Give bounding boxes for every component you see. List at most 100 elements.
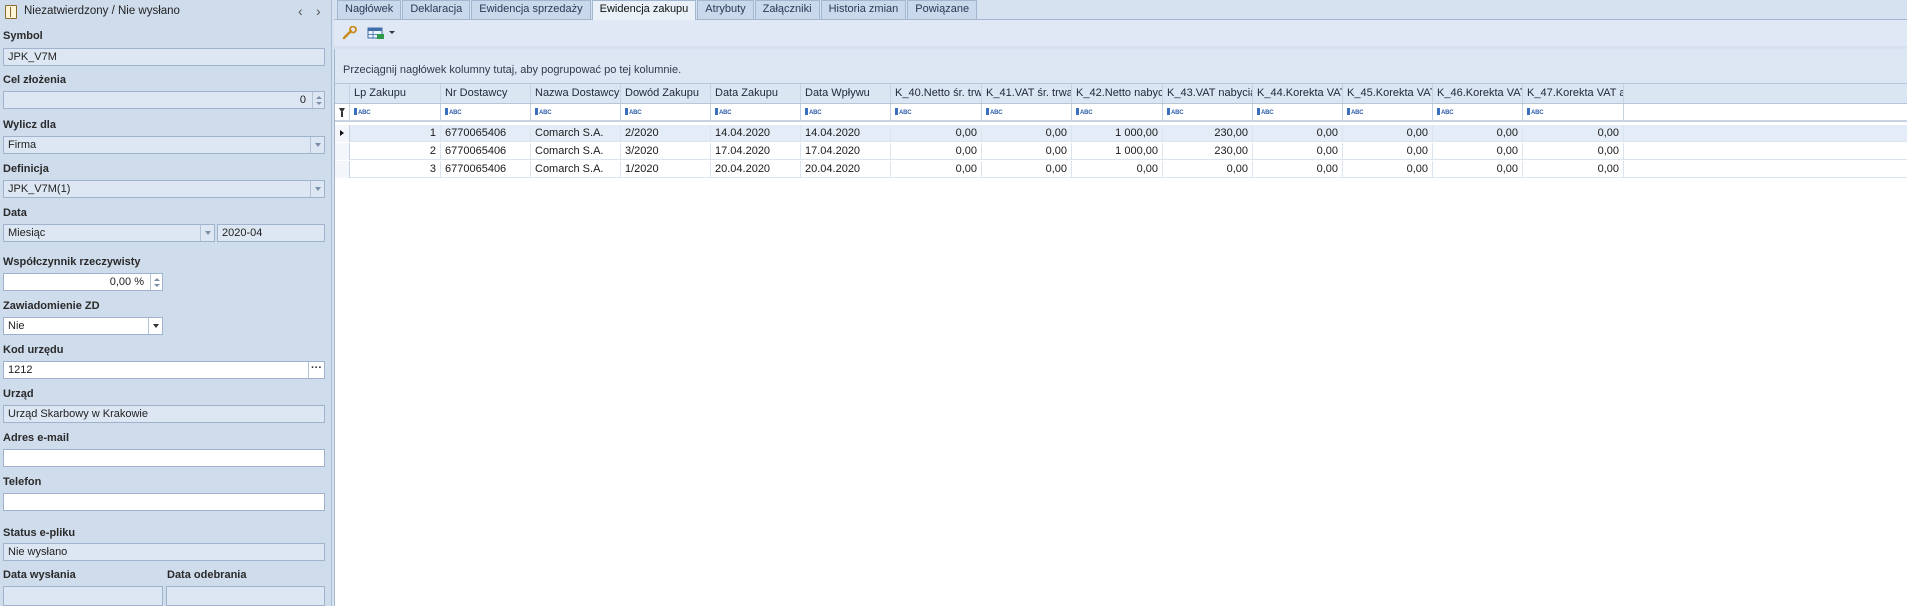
- table-cell[interactable]: 0,00: [1433, 161, 1523, 178]
- browse-button[interactable]: ···: [308, 362, 324, 378]
- chevron-down-icon[interactable]: [388, 26, 396, 40]
- table-cell[interactable]: 20.04.2020: [711, 161, 801, 178]
- table-cell[interactable]: 0,00: [1523, 125, 1624, 142]
- column-filter-cell[interactable]: ABC: [1433, 104, 1523, 120]
- column-filter-cell[interactable]: ABC: [441, 104, 531, 120]
- table-cell[interactable]: 6770065406: [441, 161, 531, 178]
- table-cell[interactable]: 1 000,00: [1072, 125, 1163, 142]
- table-cell[interactable]: 0,00: [982, 161, 1072, 178]
- filter-row-indicator[interactable]: [335, 104, 350, 120]
- previous-record-button[interactable]: ‹: [298, 3, 303, 19]
- table-cell[interactable]: 0,00: [1343, 161, 1433, 178]
- column-header[interactable]: K_46.Korekta VAT ...: [1433, 84, 1523, 103]
- kod-urzedu-field[interactable]: 1212 ···: [3, 361, 325, 379]
- data-odebrania-field[interactable]: [166, 586, 325, 606]
- tab-historia-zmian[interactable]: Historia zmian: [820, 0, 907, 19]
- cel-zlozenia-field[interactable]: 0: [3, 91, 325, 109]
- table-cell[interactable]: Comarch S.A.: [531, 143, 621, 160]
- column-filter-cell[interactable]: ABC: [801, 104, 891, 120]
- column-filter-cell[interactable]: ABC: [1163, 104, 1253, 120]
- definicja-select[interactable]: JPK_V7M(1): [3, 180, 325, 198]
- table-cell[interactable]: 0,00: [1433, 125, 1523, 142]
- table-cell[interactable]: 6770065406: [441, 143, 531, 160]
- column-filter-cell[interactable]: ABC: [350, 104, 441, 120]
- column-header[interactable]: Lp Zakupu: [350, 84, 441, 103]
- column-filter-cell[interactable]: ABC: [711, 104, 801, 120]
- table-cell[interactable]: 3/2020: [621, 143, 711, 160]
- table-cell[interactable]: 1: [350, 125, 441, 142]
- table-cell[interactable]: 14.04.2020: [711, 125, 801, 142]
- chevron-down-icon[interactable]: [148, 318, 162, 334]
- table-cell[interactable]: 2: [350, 143, 441, 160]
- email-field[interactable]: [3, 449, 325, 467]
- table-view-icon[interactable]: [367, 26, 385, 40]
- table-cell[interactable]: 20.04.2020: [801, 161, 891, 178]
- table-cell[interactable]: 0,00: [982, 125, 1072, 142]
- table-cell[interactable]: 0,00: [1343, 125, 1433, 142]
- wrench-icon[interactable]: [342, 26, 358, 40]
- column-header[interactable]: Data Wpływu: [801, 84, 891, 103]
- table-cell[interactable]: 0,00: [891, 125, 982, 142]
- column-header[interactable]: Nr Dostawcy: [441, 84, 531, 103]
- column-filter-cell[interactable]: ABC: [621, 104, 711, 120]
- column-header[interactable]: K_43.VAT nabycia ...: [1163, 84, 1253, 103]
- table-cell[interactable]: 1 000,00: [1072, 143, 1163, 160]
- table-row[interactable]: 3 6770065406 Comarch S.A. 1/2020 20.04.2020 2…: [335, 161, 1907, 178]
- table-cell[interactable]: 6770065406: [441, 125, 531, 142]
- chevron-down-icon[interactable]: [310, 181, 324, 197]
- column-header[interactable]: K_47.Korekta VAT art...: [1523, 84, 1624, 103]
- tab-ewidencja-zakupu[interactable]: Ewidencja zakupu: [591, 0, 697, 20]
- column-header[interactable]: Nazwa Dostawcy: [531, 84, 621, 103]
- column-header[interactable]: K_42.Netto nabyci...: [1072, 84, 1163, 103]
- column-filter-cell[interactable]: ABC: [1523, 104, 1624, 120]
- urzad-field[interactable]: Urząd Skarbowy w Krakowie: [3, 405, 325, 423]
- column-header[interactable]: K_45.Korekta VAT ...: [1343, 84, 1433, 103]
- filter-icon[interactable]: [339, 108, 345, 117]
- table-cell[interactable]: 0,00: [891, 143, 982, 160]
- table-cell[interactable]: 14.04.2020: [801, 125, 891, 142]
- table-cell[interactable]: 0,00: [1343, 143, 1433, 160]
- table-cell[interactable]: 0,00: [891, 161, 982, 178]
- table-cell[interactable]: 3: [350, 161, 441, 178]
- tab-deklaracja[interactable]: Deklaracja: [402, 0, 471, 19]
- column-filter-cell[interactable]: ABC: [1343, 104, 1433, 120]
- zawiadomienie-select[interactable]: Nie: [3, 317, 163, 335]
- row-indicator[interactable]: [335, 161, 350, 178]
- tab-naglowek[interactable]: Nagłówek: [337, 0, 402, 19]
- table-cell[interactable]: Comarch S.A.: [531, 125, 621, 142]
- tab-atrybuty[interactable]: Atrybuty: [697, 0, 754, 19]
- column-filter-cell[interactable]: ABC: [891, 104, 982, 120]
- status-epliku-field[interactable]: Nie wysłano: [3, 543, 325, 561]
- row-indicator[interactable]: [335, 143, 350, 160]
- column-header[interactable]: K_40.Netto śr. trw...: [891, 84, 982, 103]
- column-filter-cell[interactable]: ABC: [531, 104, 621, 120]
- table-cell[interactable]: 0,00: [1433, 143, 1523, 160]
- data-period-select[interactable]: Miesiąc: [3, 224, 215, 242]
- data-wyslania-field[interactable]: [3, 586, 163, 606]
- table-row[interactable]: 2 6770065406 Comarch S.A. 3/2020 17.04.2020 1…: [335, 143, 1907, 160]
- table-cell[interactable]: 0,00: [1253, 125, 1343, 142]
- wylicz-dla-select[interactable]: Firma: [3, 136, 325, 154]
- table-cell[interactable]: 230,00: [1163, 125, 1253, 142]
- table-cell[interactable]: 17.04.2020: [711, 143, 801, 160]
- column-filter-cell[interactable]: ABC: [982, 104, 1072, 120]
- row-indicator[interactable]: [335, 125, 350, 142]
- group-by-panel[interactable]: Przeciągnij nagłówek kolumny tutaj, aby …: [335, 49, 1907, 84]
- tab-powiazane[interactable]: Powiązane: [907, 0, 978, 19]
- column-filter-cell[interactable]: ABC: [1072, 104, 1163, 120]
- chevron-down-icon[interactable]: [310, 137, 324, 153]
- table-cell[interactable]: 1/2020: [621, 161, 711, 178]
- symbol-field[interactable]: JPK_V7M: [3, 48, 325, 66]
- table-cell[interactable]: Comarch S.A.: [531, 161, 621, 178]
- column-header[interactable]: Dowód Zakupu: [621, 84, 711, 103]
- next-record-button[interactable]: ›: [316, 3, 321, 19]
- table-cell[interactable]: 0,00: [1163, 161, 1253, 178]
- table-cell[interactable]: 0,00: [1523, 161, 1624, 178]
- column-header[interactable]: K_44.Korekta VAT ...: [1253, 84, 1343, 103]
- table-cell[interactable]: 2/2020: [621, 125, 711, 142]
- column-header[interactable]: K_41.VAT śr. trwał...: [982, 84, 1072, 103]
- table-cell[interactable]: 0,00: [1523, 143, 1624, 160]
- table-row[interactable]: 1 6770065406 Comarch S.A. 2/2020 14.04.2020 1…: [335, 125, 1907, 142]
- wspolczynnik-spinner[interactable]: [150, 274, 162, 290]
- table-cell[interactable]: 0,00: [1253, 143, 1343, 160]
